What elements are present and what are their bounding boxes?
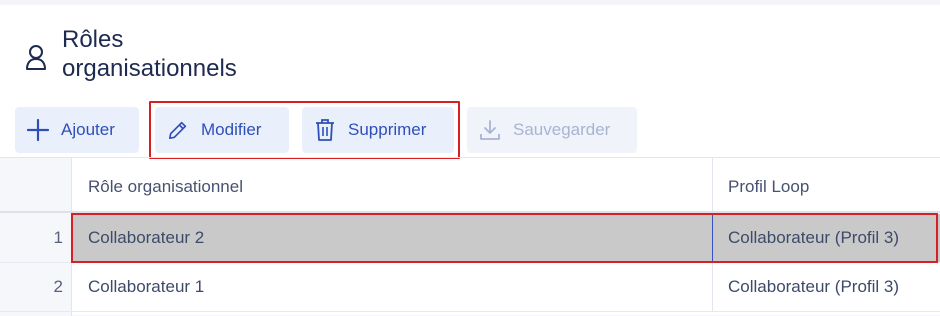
highlight-toolbar-actions (149, 101, 460, 159)
cell-profile[interactable]: Collaborateur (Profil 3) (728, 277, 899, 297)
page-title: Rôles organisationnels (62, 26, 237, 82)
cell-role[interactable]: Collaborateur 1 (88, 277, 204, 297)
column-divider (712, 263, 713, 311)
highlight-selected-row (71, 213, 938, 263)
user-icon (24, 43, 48, 71)
column-divider (712, 158, 713, 211)
add-button-label: Ajouter (61, 120, 115, 139)
plus-icon (27, 119, 49, 141)
add-button[interactable]: Ajouter (15, 107, 139, 153)
grid-header: Rôle organisationnel Profil Loop (0, 158, 940, 213)
table-row[interactable]: 2 Collaborateur 1 Collaborateur (Profil … (0, 263, 940, 312)
download-icon (479, 119, 501, 141)
column-header-profile[interactable]: Profil Loop (728, 177, 809, 197)
row-index: 1 (53, 228, 63, 247)
save-button-label: Sauvegarder (513, 120, 611, 139)
column-header-role[interactable]: Rôle organisationnel (88, 177, 243, 197)
save-button[interactable]: Sauvegarder (467, 107, 637, 153)
row-index: 2 (53, 277, 63, 296)
